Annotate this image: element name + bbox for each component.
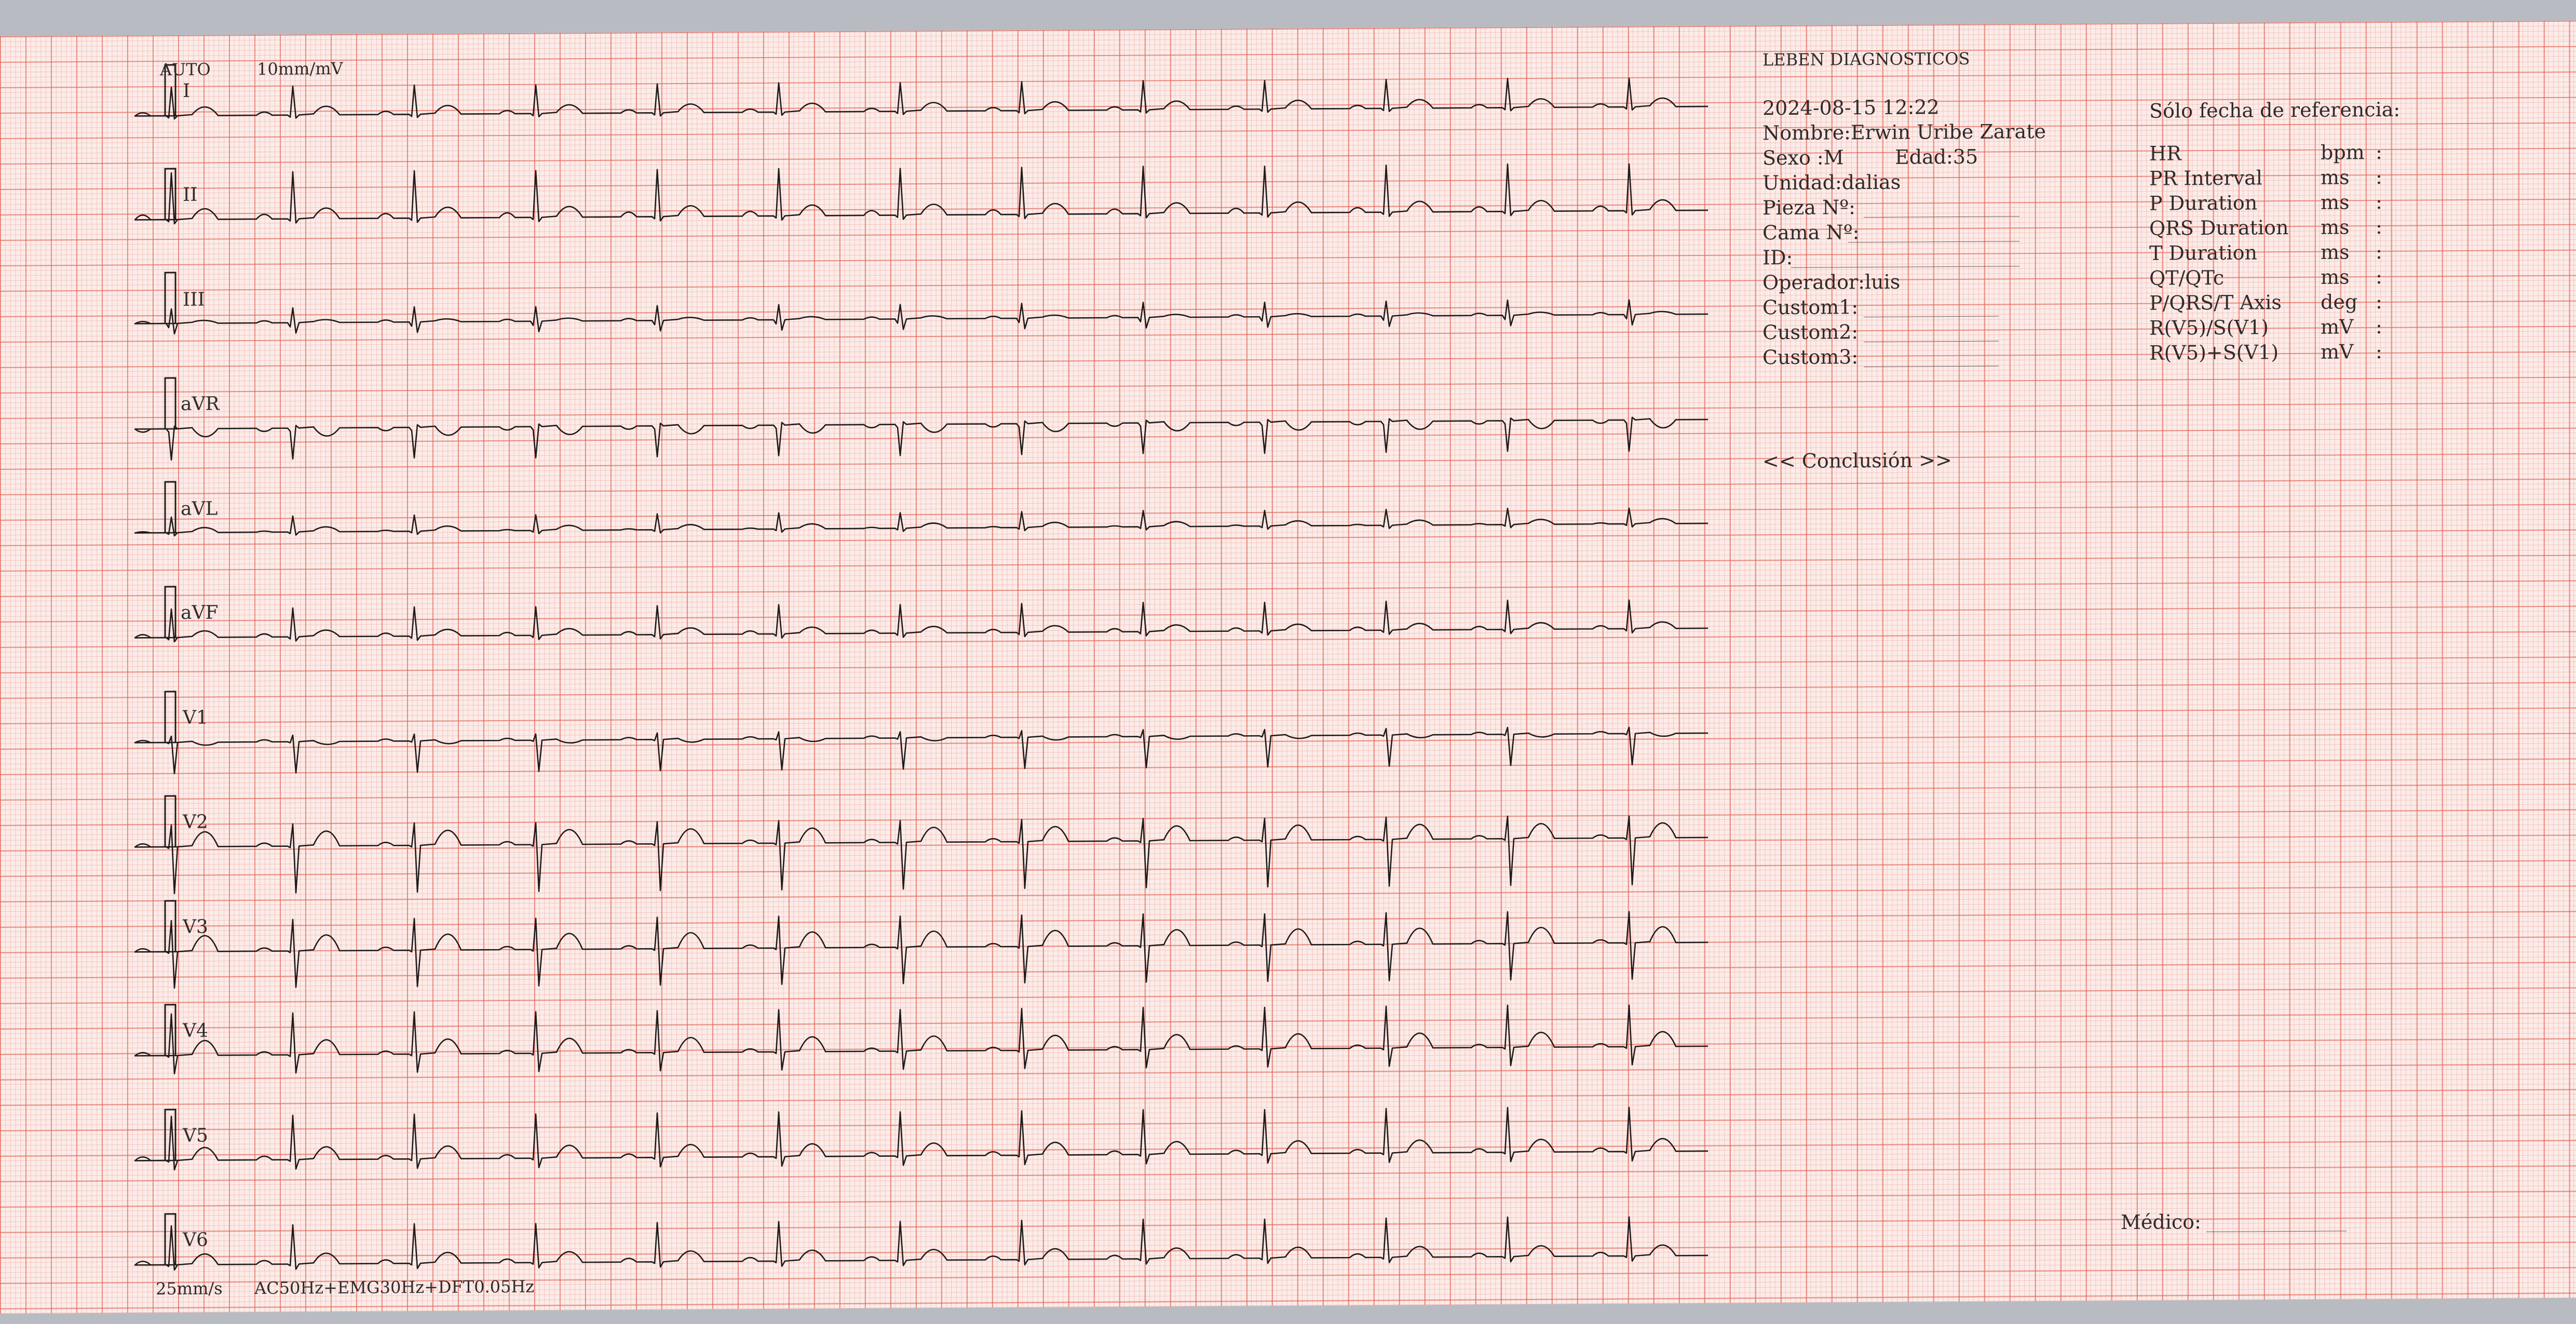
patient-id: ID:: [1762, 246, 1793, 269]
patient-bed: Cama Nº:: [1762, 221, 1860, 245]
auto-mode-label: AUTO: [160, 59, 211, 80]
ref-unit-hr: bpm: [2321, 141, 2365, 164]
lead-label-i: I: [183, 80, 191, 102]
ref-sep-axis: :: [2376, 290, 2382, 314]
bed-underline: [1848, 241, 2019, 243]
ref-label-qrs-duration: QRS Duration: [2149, 216, 2289, 240]
ecg-lead-trace: [134, 726, 1708, 775]
ref-sep-rv5-sv1-sum: :: [2376, 340, 2382, 363]
ecg-lead-trace: [134, 911, 1708, 989]
lead-label-v1: V1: [183, 707, 208, 728]
lead-label-avf: aVF: [181, 602, 219, 624]
ref-sep-p-duration: :: [2376, 190, 2382, 214]
ecg-lead-trace: [134, 1004, 1708, 1075]
ref-label-pr: PR Interval: [2149, 166, 2262, 190]
custom2-field: Custom2:: [1762, 320, 1859, 344]
custom1-field: Custom1:: [1762, 295, 1859, 319]
custom2-underline: [1864, 341, 1999, 343]
ref-label-hr: HR: [2149, 142, 2181, 165]
ref-sep-hr: :: [2376, 140, 2382, 164]
custom3-underline: [1864, 366, 1999, 368]
clinic-name: LEBEN DIAGNOSTICOS: [1762, 48, 1970, 70]
conclusion-heading: << Conclusión >>: [1762, 449, 1952, 473]
ref-sep-t-duration: :: [2376, 240, 2382, 264]
lead-label-v4: V4: [183, 1020, 208, 1042]
ref-unit-rv5-sv1-sum: mV: [2321, 340, 2354, 363]
ecg-lead-trace: [134, 416, 1708, 461]
lead-label-avr: aVR: [181, 393, 220, 415]
ref-label-rv5-sv1-ratio: R(V5)/S(V1): [2149, 316, 2269, 340]
lead-label-v5: V5: [183, 1125, 208, 1146]
ecg-lead-trace: [134, 599, 1708, 643]
ref-sep-qt-qtc: :: [2376, 265, 2382, 289]
ecg-lead-trace: [134, 77, 1708, 120]
ecg-paper: AUTO 10mm/mV I II III aVR aVL aVF V1 V2 …: [0, 20, 2576, 1314]
ref-label-rv5-sv1-sum: R(V5)+S(V1): [2149, 341, 2279, 364]
ref-label-t-duration: T Duration: [2149, 241, 2257, 265]
ecg-lead-trace: [134, 815, 1708, 895]
ref-label-p-duration: P Duration: [2149, 191, 2258, 215]
doctor-label: Médico:: [2121, 1210, 2201, 1234]
ecg-lead-trace: [134, 1216, 1708, 1271]
lead-label-iii: III: [183, 289, 205, 310]
patient-age: Edad:35: [1895, 145, 1978, 169]
ref-unit-t-duration: ms: [2321, 240, 2350, 264]
id-underline: [1791, 266, 2019, 268]
doctor-signature-line: [2206, 1231, 2347, 1233]
patient-sex: Sexo :M: [1762, 146, 1844, 170]
ref-unit-rv5-sv1-ratio: mV: [2321, 315, 2354, 339]
lead-label-ii: II: [183, 184, 198, 206]
lead-label-v3: V3: [183, 916, 208, 938]
filter-settings-label: AC50Hz+EMG30Hz+DFT0.05Hz: [254, 1276, 535, 1299]
ecg-traces: [134, 64, 1708, 1271]
custom3-field: Custom3:: [1762, 345, 1859, 369]
ecg-lead-trace: [134, 1106, 1708, 1171]
operator-name: Operador:luis: [1762, 270, 1901, 294]
calibration-pulse: [164, 691, 177, 743]
ecg-lead-trace: [134, 507, 1708, 537]
lead-label-v6: V6: [183, 1229, 208, 1251]
ref-unit-qt-qtc: ms: [2321, 265, 2350, 289]
calibration-pulse: [164, 377, 177, 429]
ref-label-qt-qtc: QT/QTc: [2149, 266, 2225, 290]
custom1-underline: [1864, 316, 1999, 318]
ref-unit-p-duration: ms: [2321, 191, 2350, 214]
gain-label: 10mm/mV: [257, 58, 343, 79]
ref-unit-axis: deg: [2321, 290, 2358, 314]
lead-label-v2: V2: [183, 811, 208, 833]
ref-unit-qrs-duration: ms: [2321, 215, 2350, 239]
ref-sep-rv5-sv1-ratio: :: [2376, 315, 2382, 339]
ref-sep-qrs-duration: :: [2376, 215, 2382, 239]
reference-title: Sólo fecha de referencia:: [2149, 98, 2401, 123]
patient-name: Nombre:Erwin Uribe Zarate: [1762, 119, 2046, 145]
ref-sep-pr: :: [2376, 165, 2382, 189]
patient-piece: Pieza Nº:: [1762, 196, 1855, 220]
piece-underline: [1864, 216, 2019, 218]
ecg-lead-trace: [134, 163, 1708, 225]
lead-label-avl: aVL: [181, 498, 218, 520]
patient-unit: Unidad:dalias: [1762, 170, 1901, 195]
ecg-lead-trace: [134, 299, 1708, 335]
paper-speed-label: 25mm/s: [156, 1278, 223, 1299]
ref-unit-pr: ms: [2321, 166, 2350, 189]
exam-datetime: 2024-08-15 12:22: [1762, 96, 1940, 120]
ref-label-axis: P/QRS/T Axis: [2149, 291, 2282, 315]
